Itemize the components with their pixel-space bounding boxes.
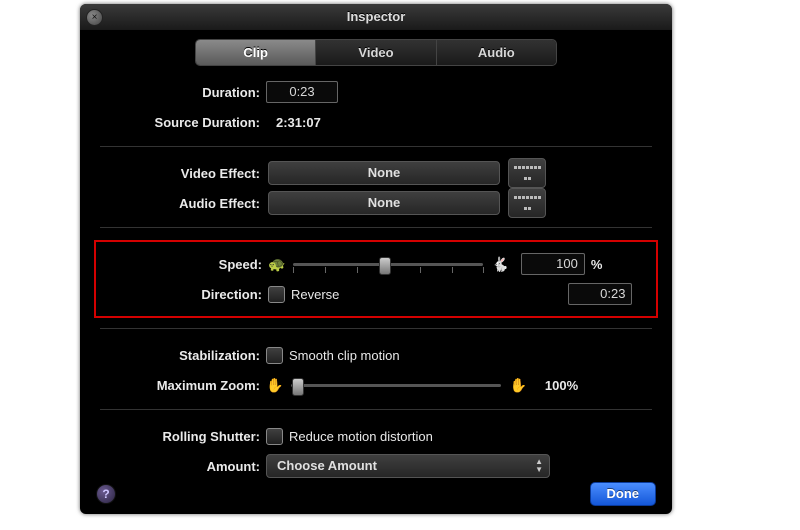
amount-label: Amount: (100, 459, 266, 474)
max-zoom-value: 100% (545, 378, 578, 393)
amount-value: Choose Amount (277, 458, 377, 473)
turtle-icon: 🐢 (268, 256, 285, 273)
tab-bar: Clip Video Audio (195, 39, 557, 66)
speed-label: Speed: (102, 257, 268, 272)
tab-clip[interactable]: Clip (196, 40, 315, 65)
hand-icon: ✋ (266, 377, 283, 394)
titlebar: × Inspector (80, 4, 672, 31)
max-zoom-row: Maximum Zoom: ✋ ✋ 100% (100, 371, 652, 399)
inspector-panel: × Inspector Clip Video Audio Duration: 0… (80, 4, 672, 514)
max-zoom-slider-thumb[interactable] (292, 378, 304, 396)
max-zoom-label: Maximum Zoom: (100, 378, 266, 393)
direction-label: Direction: (102, 287, 268, 302)
stabilization-label: Stabilization: (100, 348, 266, 363)
rolling-shutter-option-label: Reduce motion distortion (289, 429, 433, 444)
speed-row: Speed: 🐢 🐇 100 % (102, 250, 650, 278)
rolling-shutter-row: Rolling Shutter: Reduce motion distortio… (100, 422, 652, 450)
hare-icon: 🐇 (491, 256, 508, 273)
divider (100, 146, 652, 147)
speed-slider-thumb[interactable] (379, 257, 391, 275)
speed-time-field[interactable]: 0:23 (568, 283, 632, 305)
reverse-label: Reverse (291, 287, 339, 302)
tab-audio[interactable]: Audio (436, 40, 556, 65)
divider (100, 409, 652, 410)
source-duration-label: Source Duration: (100, 115, 266, 130)
audio-effect-button[interactable]: None (268, 191, 500, 215)
speed-highlight-box: Speed: 🐢 🐇 100 % Direction: Reverse (94, 240, 658, 318)
direction-row: Direction: Reverse 0:23 % (102, 280, 650, 308)
source-duration-row: Source Duration: 2:31:07 (100, 108, 652, 136)
video-effect-label: Video Effect: (100, 166, 266, 181)
hand-icon: ✋ (509, 377, 526, 394)
rolling-shutter-label: Rolling Shutter: (100, 429, 266, 444)
max-zoom-slider[interactable] (291, 377, 501, 393)
stabilization-option-label: Smooth clip motion (289, 348, 400, 363)
amount-dropdown[interactable]: Choose Amount ▲▼ (266, 454, 550, 478)
percent-unit: % (591, 257, 603, 272)
reverse-checkbox[interactable] (268, 286, 285, 303)
video-effect-browser-button[interactable] (508, 158, 546, 188)
speed-slider[interactable] (293, 256, 483, 272)
close-icon[interactable]: × (86, 9, 103, 26)
duration-field[interactable]: 0:23 (266, 81, 338, 103)
stabilization-row: Stabilization: Smooth clip motion (100, 341, 652, 369)
footer: ? Done (80, 482, 672, 506)
divider (100, 227, 652, 228)
audio-effect-label: Audio Effect: (100, 196, 266, 211)
chevron-updown-icon: ▲▼ (535, 458, 543, 474)
done-button[interactable]: Done (590, 482, 657, 506)
tab-video[interactable]: Video (315, 40, 435, 65)
audio-effect-row: Audio Effect: None (100, 189, 652, 217)
audio-effect-browser-button[interactable] (508, 188, 546, 218)
help-button[interactable]: ? (96, 484, 116, 504)
video-effect-button[interactable]: None (268, 161, 500, 185)
source-duration-value: 2:31:07 (276, 115, 321, 130)
stabilization-checkbox[interactable] (266, 347, 283, 364)
speed-percent-field[interactable]: 100 (521, 253, 585, 275)
rolling-shutter-checkbox[interactable] (266, 428, 283, 445)
duration-label: Duration: (100, 85, 266, 100)
duration-row: Duration: 0:23 (100, 78, 652, 106)
amount-row: Amount: Choose Amount ▲▼ (100, 452, 652, 480)
divider (100, 328, 652, 329)
window-title: Inspector (80, 4, 672, 30)
video-effect-row: Video Effect: None (100, 159, 652, 187)
